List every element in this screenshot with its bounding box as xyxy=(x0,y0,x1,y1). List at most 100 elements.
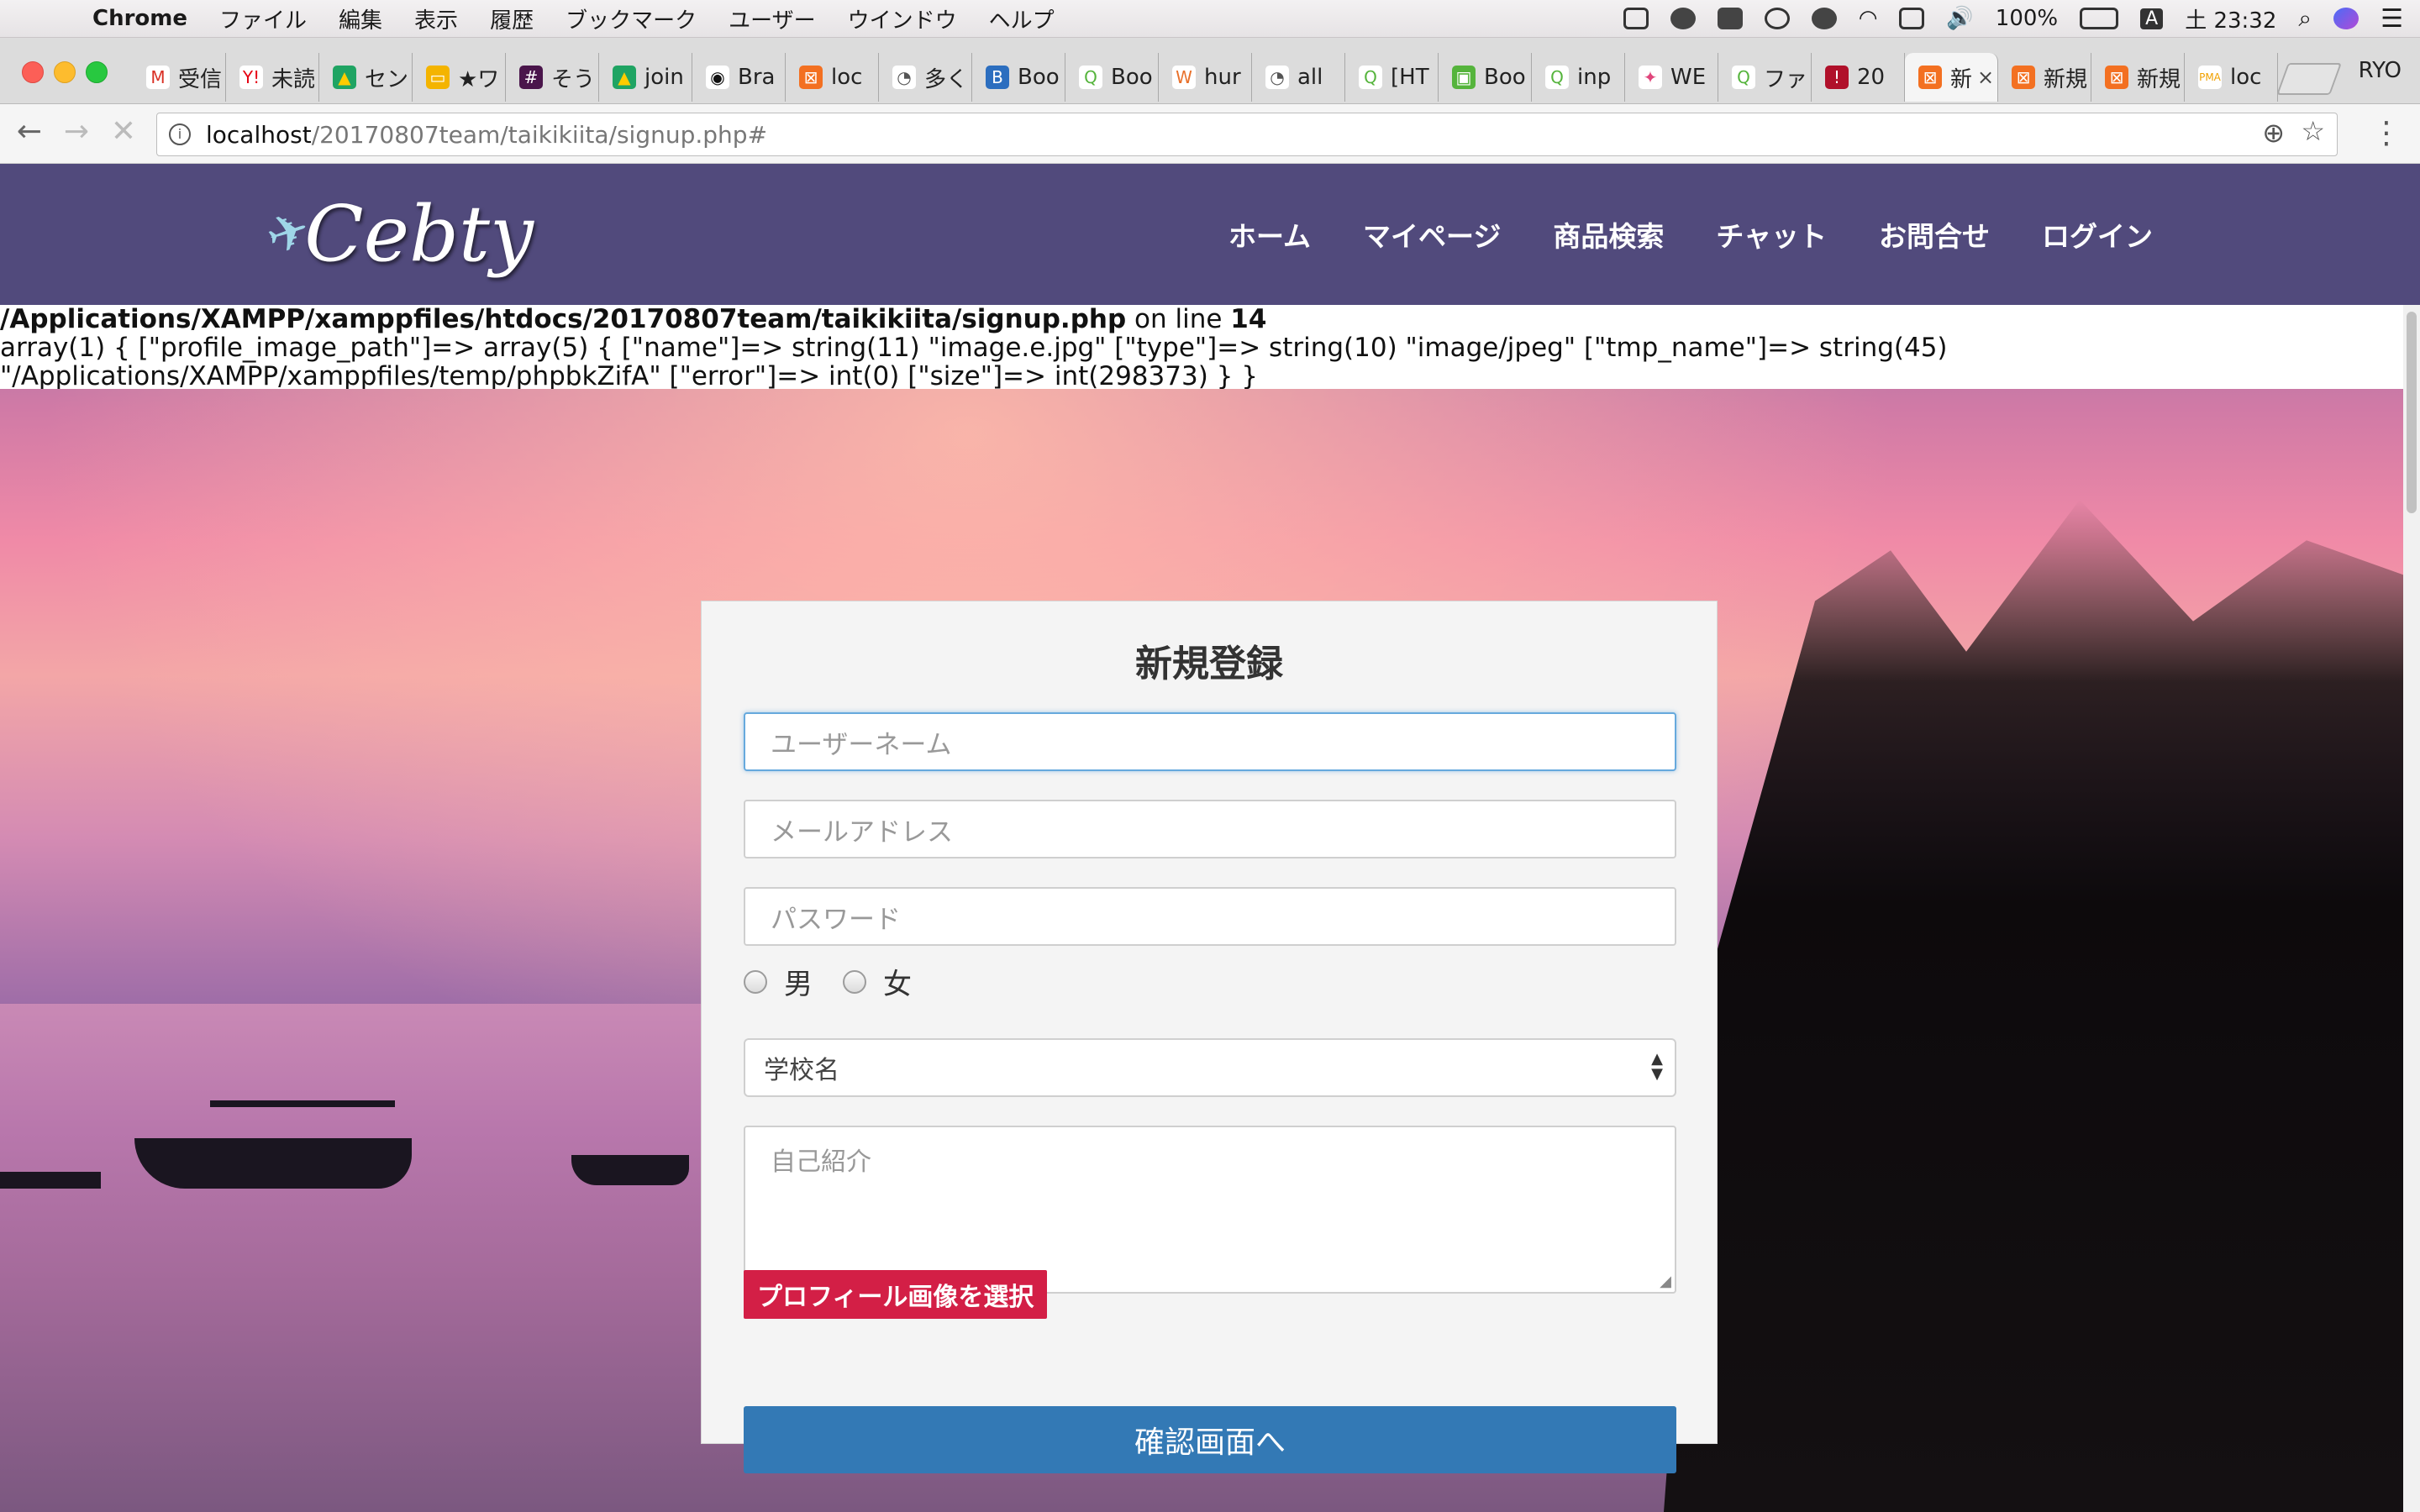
menu-view[interactable]: 表示 xyxy=(414,3,458,34)
browser-tab[interactable]: ▲ join xyxy=(599,53,692,102)
browser-tab[interactable]: ⊠ 新規 xyxy=(1998,53,2091,102)
nav-product-search[interactable]: 商品検索 xyxy=(1553,214,1664,255)
tab-title: WE xyxy=(1670,65,1707,90)
browser-tab[interactable]: B Boo xyxy=(972,53,1065,102)
menu-help[interactable]: ヘルプ xyxy=(989,3,1055,34)
tab-favicon-icon: ▲ xyxy=(333,66,356,89)
tab-favicon-icon: M xyxy=(146,66,170,89)
site-info-icon[interactable]: i xyxy=(169,123,191,145)
browser-tab[interactable]: Q [HT xyxy=(1345,53,1439,102)
nav-contact[interactable]: お問合せ xyxy=(1879,214,1990,255)
stop-loading-icon[interactable]: ✕ xyxy=(103,114,145,149)
clock[interactable]: 土 23:32 xyxy=(2185,3,2276,34)
siri-icon[interactable] xyxy=(2333,8,2360,29)
page-viewport: ✈ Cebty ホーム マイページ 商品検索 チャット お問合せ ログイン /A… xyxy=(0,164,2420,1512)
menu-window[interactable]: ウインドウ xyxy=(848,3,957,34)
browser-tab[interactable]: Q Boo xyxy=(1065,53,1159,102)
nav-mypage[interactable]: マイページ xyxy=(1363,214,1501,255)
tab-favicon-icon: Q xyxy=(1359,66,1382,89)
browser-tab[interactable]: Qinp xyxy=(1532,53,1625,102)
self-intro-textarea[interactable]: 自己紹介 ◢ xyxy=(744,1126,1676,1294)
wifi-icon[interactable]: ◠ xyxy=(1859,6,1878,31)
nav-home[interactable]: ホーム xyxy=(1228,214,1311,255)
tab-title: Boo xyxy=(1484,65,1526,90)
browser-tab[interactable]: ⊠ 新 × xyxy=(1905,53,1998,102)
username-input[interactable]: ユーザーネーム xyxy=(744,712,1676,771)
gender-female-label[interactable]: 女 xyxy=(883,961,912,1002)
menu-file[interactable]: ファイル xyxy=(219,3,307,34)
tab-title: all xyxy=(1297,65,1323,90)
browser-tab[interactable]: ◉ Bra xyxy=(692,53,786,102)
battery-percent: 100% xyxy=(1995,6,2059,31)
confirm-submit-button[interactable]: 確認画面へ xyxy=(744,1406,1676,1473)
school-select[interactable]: 学校名 ▲ ▼ xyxy=(744,1038,1676,1097)
tab-favicon-icon: # xyxy=(519,66,543,89)
gender-male-radio[interactable] xyxy=(744,969,767,994)
browser-tab[interactable]: M 受信 xyxy=(133,53,226,102)
tab-favicon-icon: ⊠ xyxy=(799,66,823,89)
new-tab-button[interactable] xyxy=(2276,63,2342,95)
browser-tab[interactable]: ▲ セン xyxy=(319,53,413,102)
resize-handle-icon[interactable]: ◢ xyxy=(1660,1273,1671,1290)
browser-tab[interactable]: ▣ Boo xyxy=(1439,53,1532,102)
input-source-indicator[interactable]: A xyxy=(2140,8,2164,29)
site-header: ✈ Cebty ホーム マイページ 商品検索 チャット お問合せ ログイン xyxy=(0,164,2420,305)
tab-title: [HT xyxy=(1391,65,1429,90)
forward-arrow-icon[interactable]: → xyxy=(55,114,97,149)
browser-tab[interactable]: Y! 未読 xyxy=(226,53,319,102)
menu-history[interactable]: 履歴 xyxy=(490,3,534,34)
browser-tab[interactable]: ▭ ★ワ xyxy=(413,53,506,102)
email-input[interactable]: メールアドレス xyxy=(744,800,1676,858)
tab-favicon-icon: Y! xyxy=(239,66,263,89)
browser-tab[interactable]: PMA loc xyxy=(2185,53,2278,102)
bookmark-star-icon[interactable]: ☆ xyxy=(2301,115,2325,147)
browser-tab[interactable]: Q ファ xyxy=(1718,53,1812,102)
window-close-button[interactable] xyxy=(22,61,44,83)
tab-favicon-icon: ▭ xyxy=(426,66,450,89)
background-boat xyxy=(210,1100,395,1107)
page-scrollbar[interactable] xyxy=(2403,305,2420,1512)
menu-people[interactable]: ユーザー xyxy=(729,3,815,34)
volume-icon[interactable]: 🔊 xyxy=(1946,6,1973,31)
tab-favicon-icon: ⊠ xyxy=(2105,66,2128,89)
eye-status-icon[interactable] xyxy=(1764,8,1790,29)
back-arrow-icon[interactable]: ← xyxy=(8,114,50,149)
select-profile-image-button[interactable]: プロフィール画像を選択 xyxy=(744,1270,1048,1319)
password-input[interactable]: パスワード xyxy=(744,887,1676,946)
browser-tab[interactable]: ⊠ 新規 xyxy=(2091,53,2185,102)
tab-close-icon[interactable]: × xyxy=(1977,66,1994,89)
gender-female-radio[interactable] xyxy=(843,969,866,994)
scrollbar-thumb[interactable] xyxy=(2407,312,2417,513)
background-palm-trees xyxy=(1664,500,2420,1512)
checkbox-status-icon[interactable] xyxy=(1623,8,1649,29)
nav-chat[interactable]: チャット xyxy=(1716,214,1827,255)
browser-tab[interactable]: ⊠ loc xyxy=(786,53,879,102)
address-bar[interactable]: i localhost /20170807team/taikikiita/sig… xyxy=(156,113,2338,156)
menu-bookmarks[interactable]: ブックマーク xyxy=(566,3,697,34)
gender-male-label[interactable]: 男 xyxy=(784,961,813,1002)
notification-center-icon[interactable]: ☰ xyxy=(2381,4,2403,34)
hat-status-icon[interactable] xyxy=(1811,8,1837,29)
browser-tab[interactable]: ◔ all xyxy=(1252,53,1345,102)
window-zoom-button[interactable] xyxy=(86,61,108,83)
window-minimize-button[interactable] xyxy=(54,61,76,83)
spotlight-search-icon[interactable]: ⌕ xyxy=(2298,4,2312,33)
chrome-menu-icon[interactable]: ⋮ xyxy=(2371,116,2402,150)
battery-icon[interactable] xyxy=(2080,8,2119,29)
status-area: ◠ 🔊 100% A 土 23:32 ⌕ ☰ xyxy=(1602,0,2403,37)
profile-button[interactable]: RYO xyxy=(2359,58,2402,83)
app-menu-chrome[interactable]: Chrome xyxy=(92,6,187,31)
nav-login[interactable]: ログイン xyxy=(2042,214,2153,255)
browser-tab[interactable]: ! 20 xyxy=(1812,53,1905,102)
browser-tab[interactable]: Whur xyxy=(1159,53,1252,102)
creative-cloud-icon[interactable] xyxy=(1670,8,1696,29)
browser-tab[interactable]: ◔ 多く xyxy=(879,53,972,102)
browser-tab[interactable]: ✦ WE xyxy=(1625,53,1718,102)
zoom-icon[interactable]: ⊕ xyxy=(2262,117,2285,149)
menu-edit[interactable]: 編集 xyxy=(339,3,382,34)
browser-tab[interactable]: # そう xyxy=(506,53,599,102)
debug-line-number: 14 xyxy=(1230,305,1267,334)
dropbox-icon[interactable] xyxy=(1717,8,1743,29)
airplay-icon[interactable] xyxy=(1899,8,1925,29)
site-logo[interactable]: ✈ Cebty xyxy=(259,179,534,288)
